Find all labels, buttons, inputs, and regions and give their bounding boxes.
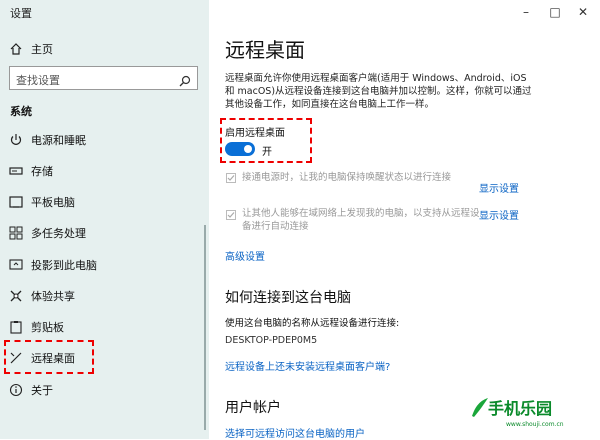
sidebar-item-label: 关于 (31, 384, 53, 397)
connect-description: 使用这台电脑的名称从远程设备进行连接: (225, 318, 400, 329)
category-heading: 系统 (10, 105, 32, 118)
keep-awake-checkbox[interactable] (226, 173, 236, 183)
sidebar-item-tablet[interactable]: 平板电脑 (0, 186, 205, 216)
description-line: 远程桌面允许你使用远程桌面客户端(适用于 Windows、Android、iOS (225, 73, 527, 84)
toggle-knob (244, 145, 252, 153)
share-icon (9, 288, 23, 302)
search-icon[interactable] (179, 72, 191, 91)
window-title: 设置 (10, 7, 32, 20)
power-icon (9, 132, 23, 146)
toggle-state: 开 (262, 147, 272, 158)
minimize-button[interactable]: – (511, 3, 541, 23)
multitask-icon (9, 225, 23, 240)
discoverable-text: 让其他人能够在域网络上发现我的电脑，以支持从远程设 备进行自动连接 (242, 207, 480, 233)
sidebar-item-label: 主页 (31, 43, 53, 56)
connect-heading: 如何连接到这台电脑 (225, 290, 351, 306)
watermark-logo-icon (470, 396, 490, 422)
pc-name: DESKTOP-PDEP0M5 (225, 335, 318, 346)
sidebar-item-share[interactable]: 体验共享 (0, 280, 205, 310)
page-title: 远程桌面 (225, 38, 305, 62)
sidebar-item-storage[interactable]: 存储 (0, 155, 205, 185)
close-button[interactable]: ✕ (568, 3, 598, 23)
sidebar: 设置 主页 查找设置 系统 电源和睡眠 存储 平板电脑 多任务处理 投影到此电脑… (0, 0, 209, 439)
sidebar-scrollbar[interactable] (204, 225, 206, 430)
sidebar-item-label: 剪贴板 (31, 321, 64, 334)
sidebar-item-multitask[interactable]: 多任务处理 (0, 217, 205, 247)
sidebar-item-home[interactable]: 主页 (0, 33, 205, 63)
sidebar-item-label: 多任务处理 (31, 227, 86, 240)
sidebar-item-label: 体验共享 (31, 290, 75, 303)
user-heading: 用户帐户 (225, 400, 281, 416)
watermark: 手机乐园 (488, 399, 553, 418)
home-icon (9, 41, 23, 55)
description: 远程桌面允许你使用远程桌面客户端(适用于 Windows、Android、iOS… (225, 72, 532, 111)
maximize-button[interactable]: □ (540, 3, 570, 23)
tablet-icon (9, 194, 23, 208)
no-client-link[interactable]: 远程设备上还未安装远程桌面客户端? (225, 358, 390, 373)
search-placeholder: 查找设置 (16, 74, 60, 87)
enable-label: 启用远程桌面 (225, 128, 285, 139)
info-icon (9, 382, 23, 397)
search-input[interactable]: 查找设置 (9, 66, 198, 90)
advanced-settings-link[interactable]: 高级设置 (225, 248, 265, 263)
sidebar-item-label: 远程桌面 (31, 352, 75, 365)
watermark-sub: www.shouji.com.cn (506, 421, 564, 428)
storage-icon (9, 163, 23, 177)
discoverable-line: 备进行自动连接 (242, 221, 309, 232)
remote-desktop-toggle[interactable] (225, 142, 255, 156)
keep-awake-text: 接通电源时，让我的电脑保持唤醒状态以进行连接 (242, 172, 452, 183)
sidebar-item-label: 存储 (31, 165, 53, 178)
show-settings-link-1[interactable]: 显示设置 (479, 180, 519, 195)
remote-desktop-icon (9, 350, 23, 364)
sidebar-item-clipboard[interactable]: 剪贴板 (0, 311, 205, 341)
show-settings-link-2[interactable]: 显示设置 (479, 207, 519, 222)
discoverable-line: 让其他人能够在域网络上发现我的电脑，以支持从远程设 (242, 208, 480, 219)
select-users-link[interactable]: 选择可远程访问这台电脑的用户 (225, 425, 365, 440)
discoverable-checkbox[interactable] (226, 210, 236, 220)
project-icon (9, 257, 23, 271)
description-line: 和 macOS)从远程设备连接到这台电脑并加以控制。这样，你就可以通过 (225, 86, 532, 97)
sidebar-item-about[interactable]: 关于 (0, 374, 205, 404)
clipboard-icon (9, 319, 23, 334)
sidebar-item-label: 投影到此电脑 (31, 259, 97, 272)
description-line: 其他设备工作，如同直接在这台电脑上工作一样。 (225, 99, 435, 110)
sidebar-item-power[interactable]: 电源和睡眠 (0, 124, 205, 154)
sidebar-item-project[interactable]: 投影到此电脑 (0, 249, 205, 279)
sidebar-item-label: 平板电脑 (31, 196, 75, 209)
sidebar-item-label: 电源和睡眠 (31, 134, 86, 147)
sidebar-item-remote-desktop[interactable]: 远程桌面 (0, 342, 205, 372)
